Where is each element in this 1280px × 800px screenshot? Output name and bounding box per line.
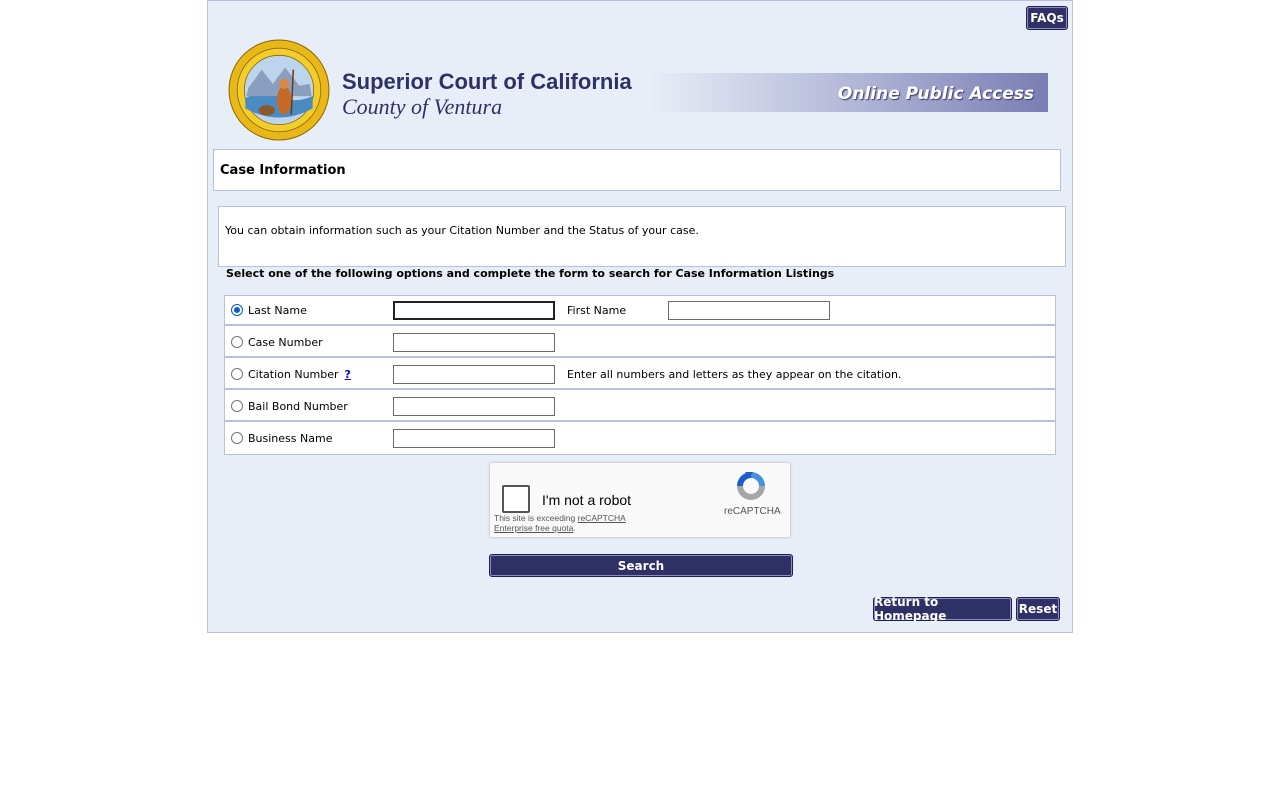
section-title: Case Information [220, 163, 346, 178]
page-frame: FAQs Superior Court of California County… [207, 0, 1073, 633]
search-options-table: Last Name First Name Case Number Citatio… [224, 295, 1056, 455]
instruction-text: Select one of the following options and … [226, 267, 835, 280]
case-number-input[interactable] [393, 333, 555, 352]
radio-bail-bond-number[interactable] [231, 400, 243, 412]
recaptcha-widget: I'm not a robot reCAPTCHA This site is e… [489, 462, 791, 538]
radio-business-name[interactable] [231, 432, 243, 444]
recaptcha-note-prefix: This site is exceeding [494, 513, 578, 523]
option-row-business-name: Business Name [225, 424, 1055, 454]
citation-number-input[interactable] [393, 365, 555, 384]
business-name-input[interactable] [393, 429, 555, 448]
recaptcha-quota-note: This site is exceeding reCAPTCHA Enterpr… [494, 513, 664, 533]
section-header: Case Information [213, 149, 1061, 191]
california-seal-icon [228, 39, 330, 141]
bail-bond-number-input[interactable] [393, 397, 555, 416]
radio-case-number[interactable] [231, 336, 243, 348]
search-button[interactable]: Search [489, 554, 793, 577]
citation-help-link[interactable]: ? [345, 368, 351, 381]
first-name-input[interactable] [668, 301, 830, 320]
county-title: County of Ventura [342, 94, 503, 119]
last-name-input[interactable] [393, 301, 555, 320]
label-citation-number: Citation Number [248, 368, 339, 381]
recaptcha-checkbox[interactable] [502, 485, 530, 513]
recaptcha-label: I'm not a robot [542, 492, 632, 508]
label-business-name: Business Name [248, 432, 333, 445]
option-row-bail-bond-number: Bail Bond Number [225, 392, 1055, 422]
recaptcha-note-suffix: . [573, 523, 576, 533]
court-title: Superior Court of California [342, 69, 632, 94]
option-row-citation-number: Citation Number? Enter all numbers and l… [225, 360, 1055, 390]
banner-text: Online Public Access [837, 84, 1034, 104]
info-box: You can obtain information such as your … [218, 206, 1066, 267]
online-public-access-banner: Online Public Access [648, 73, 1048, 112]
radio-citation-number[interactable] [231, 368, 243, 380]
label-case-number: Case Number [248, 336, 323, 349]
label-bail-bond-number: Bail Bond Number [248, 400, 348, 413]
option-row-case-number: Case Number [225, 328, 1055, 358]
reset-button[interactable]: Reset [1016, 597, 1060, 621]
citation-hint: Enter all numbers and letters as they ap… [567, 368, 902, 381]
info-text: You can obtain information such as your … [225, 224, 699, 237]
recaptcha-brand: reCAPTCHA [724, 506, 781, 517]
recaptcha-logo-icon [737, 472, 765, 500]
radio-last-name[interactable] [231, 304, 243, 316]
return-to-homepage-button[interactable]: Return to Homepage [873, 595, 1012, 623]
label-last-name: Last Name [248, 304, 307, 317]
label-first-name: First Name [567, 304, 627, 317]
option-row-last-name: Last Name First Name [225, 296, 1055, 326]
faqs-button[interactable]: FAQs [1026, 6, 1068, 30]
label-citation-number-wrap: Citation Number? [248, 368, 351, 381]
